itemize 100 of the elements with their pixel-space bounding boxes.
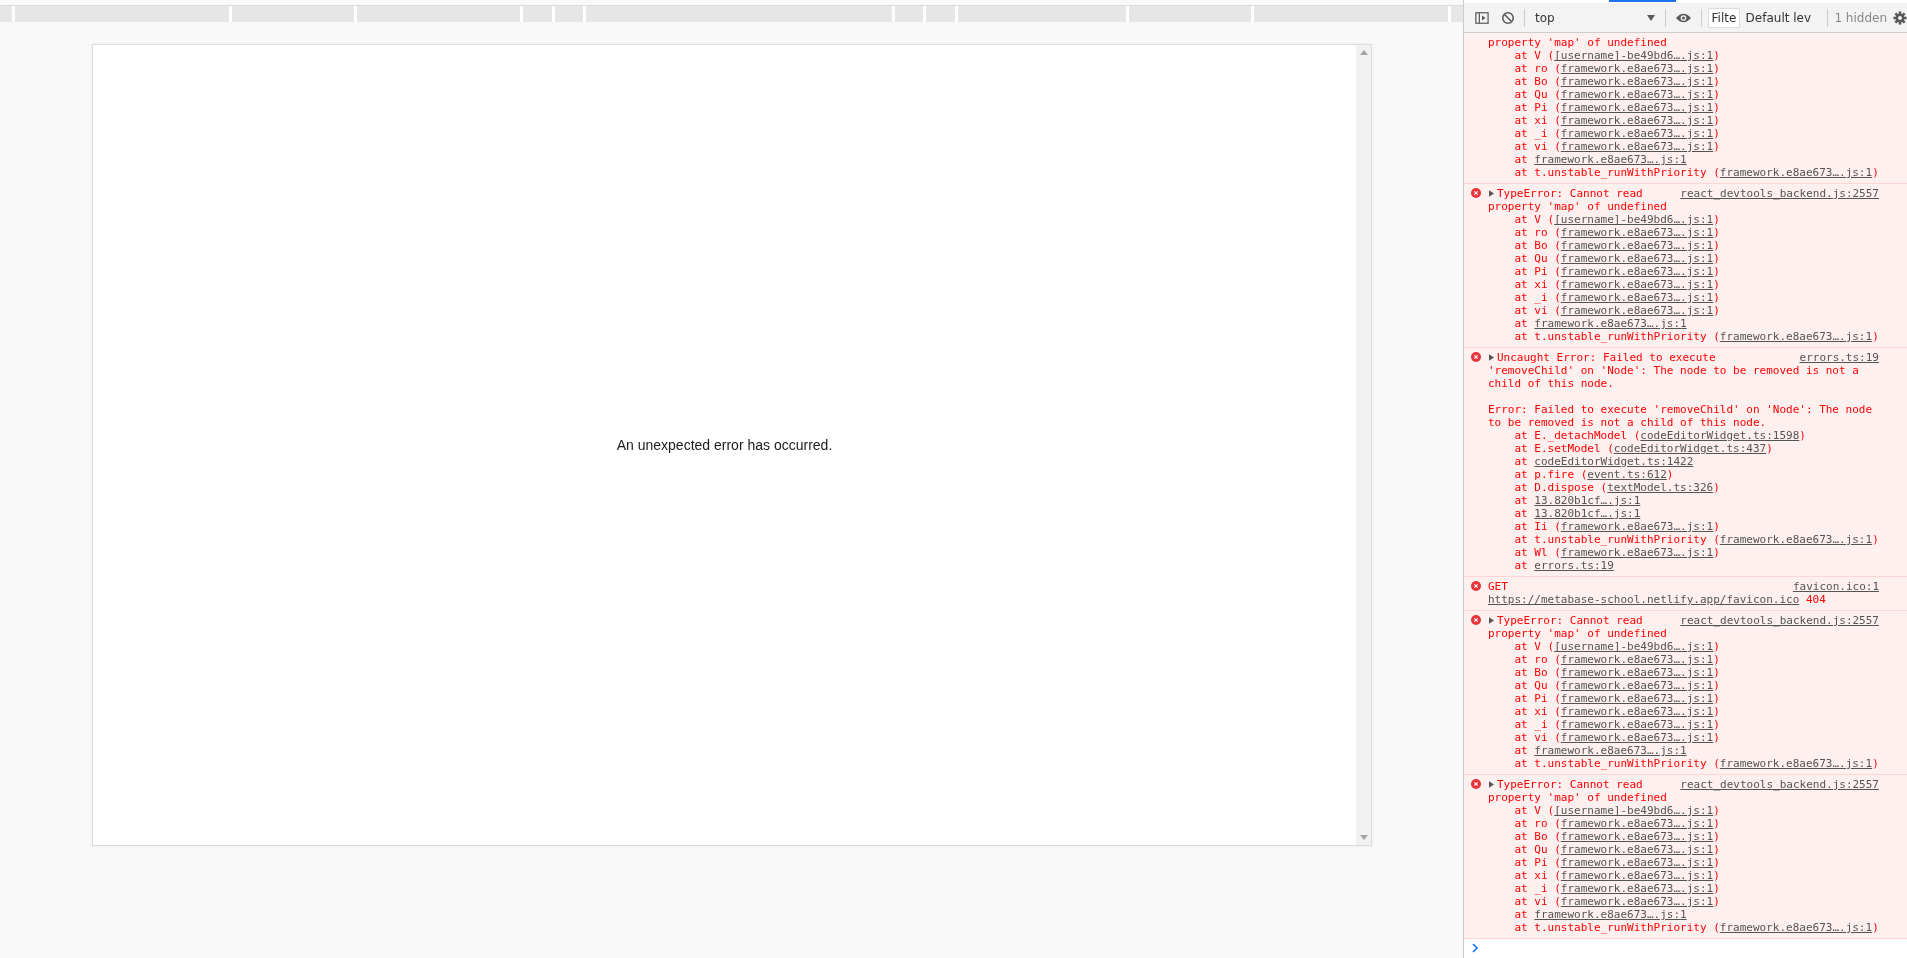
source-link[interactable]: framework.e8ae673….js:1 — [1560, 265, 1714, 278]
active-tab-indicator — [1609, 0, 1676, 2]
stack-frame: at _i (framework.e8ae673….js:1) — [1488, 127, 1879, 140]
stack-frame: at _i (framework.e8ae673….js:1) — [1488, 718, 1879, 731]
clear-icon[interactable] — [1500, 10, 1515, 25]
source-link[interactable]: framework.e8ae673….js:1 — [1534, 317, 1687, 330]
context-dropdown[interactable]: top — [1530, 10, 1659, 25]
stack-frame: at framework.e8ae673….js:1 — [1488, 317, 1879, 330]
levels-dropdown[interactable]: Default lev — [1745, 10, 1822, 25]
source-link[interactable]: react_devtools_backend.js:2557 — [1680, 614, 1879, 627]
source-link[interactable]: framework.e8ae673….js:1 — [1534, 153, 1687, 166]
stack-frame: at p.fire (event.ts:612) — [1488, 468, 1879, 481]
source-link[interactable]: [username]-be49bd6….js:1 — [1554, 640, 1714, 653]
source-link[interactable]: framework.e8ae673….js:1 — [1560, 856, 1714, 869]
source-link[interactable]: [username]-be49bd6….js:1 — [1554, 49, 1714, 62]
source-link[interactable]: framework.e8ae673….js:1 — [1719, 533, 1873, 546]
stack-frame: at Bo (framework.e8ae673….js:1) — [1488, 666, 1879, 679]
source-link[interactable]: framework.e8ae673….js:1 — [1560, 114, 1714, 127]
sidebar-icon[interactable] — [1475, 10, 1489, 25]
error-text: GET https://metabase-school.netlify.app/favicon.ico 404 favicon.ico:1 — [1488, 580, 1879, 606]
source-link[interactable]: framework.e8ae673….js:1 — [1560, 653, 1714, 666]
source-link[interactable]: framework.e8ae673….js:1 — [1560, 278, 1714, 291]
error-text: TypeError: Cannot read property 'map' of undefined react_devtools_backend.js:2557 — [1488, 778, 1879, 804]
source-link[interactable]: [username]-be49bd6….js:1 — [1554, 213, 1714, 226]
stack-frame: at xi (framework.e8ae673….js:1) — [1488, 278, 1879, 291]
stack-frame: at Qu (framework.e8ae673….js:1) — [1488, 679, 1879, 692]
source-link[interactable]: framework.e8ae673….js:1 — [1560, 239, 1714, 252]
filter-field[interactable]: Filte — [1707, 7, 1740, 28]
stack-frame: at ro (framework.e8ae673….js:1) — [1488, 817, 1879, 830]
source-link[interactable]: event.ts:612 — [1587, 468, 1667, 481]
expand-arrow-icon[interactable] — [1489, 190, 1494, 197]
source-link[interactable]: framework.e8ae673….js:1 — [1560, 679, 1714, 692]
stack-frame: at E.setModel (codeEditorWidget.ts:437) — [1488, 442, 1879, 455]
source-link[interactable]: framework.e8ae673….js:1 — [1719, 757, 1873, 770]
source-link[interactable]: framework.e8ae673….js:1 — [1560, 692, 1714, 705]
source-link[interactable]: framework.e8ae673….js:1 — [1560, 718, 1714, 731]
source-link[interactable]: framework.e8ae673….js:1 — [1560, 546, 1714, 559]
error-text: Uncaught Error: Failed to execute 'removeChild' on 'Node': The node to be removed is not a child of this node. errors.ts:19 — [1488, 351, 1879, 390]
stack-frame: at codeEditorWidget.ts:1422 — [1488, 455, 1879, 468]
stack-frame: at vi (framework.e8ae673….js:1) — [1488, 895, 1879, 908]
source-link[interactable]: framework.e8ae673….js:1 — [1560, 882, 1714, 895]
source-link[interactable]: framework.e8ae673….js:1 — [1560, 304, 1714, 317]
source-link[interactable]: framework.e8ae673….js:1 — [1719, 330, 1873, 343]
source-link[interactable]: 13.820b1cf….js:1 — [1534, 494, 1641, 507]
source-link[interactable]: codeEditorWidget.ts:1422 — [1534, 455, 1694, 468]
source-link[interactable]: framework.e8ae673….js:1 — [1560, 127, 1714, 140]
stack-frame: at ro (framework.e8ae673….js:1) — [1488, 226, 1879, 239]
source-link[interactable]: 13.820b1cf….js:1 — [1534, 507, 1641, 520]
stack-frame: at ro (framework.e8ae673….js:1) — [1488, 653, 1879, 666]
stack-frame: at Pi (framework.e8ae673….js:1) — [1488, 101, 1879, 114]
prompt-icon[interactable] — [1472, 943, 1478, 953]
source-link[interactable]: framework.e8ae673….js:1 — [1560, 817, 1714, 830]
source-link[interactable]: textModel.ts:326 — [1607, 481, 1714, 494]
source-link[interactable]: framework.e8ae673….js:1 — [1560, 520, 1714, 533]
source-link[interactable]: framework.e8ae673….js:1 — [1560, 869, 1714, 882]
source-link[interactable]: favicon.ico:1 — [1792, 580, 1879, 593]
source-link[interactable]: [username]-be49bd6….js:1 — [1554, 804, 1714, 817]
source-link[interactable]: framework.e8ae673….js:1 — [1560, 895, 1714, 908]
stack-frame: at Ii (framework.e8ae673….js:1) — [1488, 520, 1879, 533]
stack-frame: at V ([username]-be49bd6….js:1) — [1488, 640, 1879, 653]
expand-arrow-icon[interactable] — [1489, 354, 1494, 361]
stack-frame: at framework.e8ae673….js:1 — [1488, 908, 1879, 921]
source-link[interactable]: framework.e8ae673….js:1 — [1560, 252, 1714, 265]
stack-frame: at 13.820b1cf….js:1 — [1488, 507, 1879, 520]
source-link[interactable]: framework.e8ae673….js:1 — [1560, 705, 1714, 718]
source-link[interactable]: react_devtools_backend.js:2557 — [1680, 187, 1879, 200]
error-icon — [1471, 188, 1481, 198]
source-link[interactable]: framework.e8ae673….js:1 — [1560, 62, 1714, 75]
source-link[interactable]: framework.e8ae673….js:1 — [1560, 731, 1714, 744]
source-link[interactable]: codeEditorWidget.ts:437 — [1613, 442, 1767, 455]
source-link[interactable]: framework.e8ae673….js:1 — [1560, 140, 1714, 153]
source-link[interactable]: errors.ts:19 — [1799, 351, 1879, 364]
error-message: An unexpected error has occurred. — [616, 437, 833, 453]
stack-frame: at framework.e8ae673….js:1 — [1488, 744, 1879, 757]
stack-frame: at Bo (framework.e8ae673….js:1) — [1488, 239, 1879, 252]
source-link[interactable]: framework.e8ae673….js:1 — [1560, 226, 1714, 239]
source-link[interactable]: framework.e8ae673….js:1 — [1719, 166, 1873, 179]
source-link[interactable]: framework.e8ae673….js:1 — [1560, 843, 1714, 856]
source-link[interactable]: react_devtools_backend.js:2557 — [1680, 778, 1879, 791]
expand-arrow-icon[interactable] — [1489, 617, 1494, 624]
stack-frame: at vi (framework.e8ae673….js:1) — [1488, 731, 1879, 744]
source-link[interactable]: framework.e8ae673….js:1 — [1560, 75, 1714, 88]
source-link[interactable]: framework.e8ae673….js:1 — [1719, 921, 1873, 934]
source-link[interactable]: framework.e8ae673….js:1 — [1560, 291, 1714, 304]
expand-arrow-icon[interactable] — [1489, 781, 1494, 788]
source-link[interactable]: framework.e8ae673….js:1 — [1560, 830, 1714, 843]
source-link[interactable]: framework.e8ae673….js:1 — [1560, 666, 1714, 679]
url-link[interactable]: https://metabase-school.netlify.app/favicon.ico — [1488, 593, 1800, 606]
source-link[interactable]: framework.e8ae673….js:1 — [1560, 101, 1714, 114]
source-link[interactable]: codeEditorWidget.ts:1598 — [1640, 429, 1800, 442]
stack-frame: at t.unstable_runWithPriority (framework.e8ae673….js:1) — [1488, 533, 1879, 546]
error-text: Error: Failed to execute 'removeChild' on 'Node': The node to be removed is not a child of this node. — [1488, 403, 1874, 429]
caret-icon — [1646, 14, 1655, 21]
source-link[interactable]: framework.e8ae673….js:1 — [1560, 88, 1714, 101]
settings-icon[interactable] — [1893, 10, 1907, 25]
error-icon — [1471, 352, 1481, 362]
source-link[interactable]: framework.e8ae673….js:1 — [1534, 744, 1687, 757]
source-link[interactable]: errors.ts:19 — [1534, 559, 1614, 572]
source-link[interactable]: framework.e8ae673….js:1 — [1534, 908, 1687, 921]
error-icon — [1471, 581, 1481, 591]
